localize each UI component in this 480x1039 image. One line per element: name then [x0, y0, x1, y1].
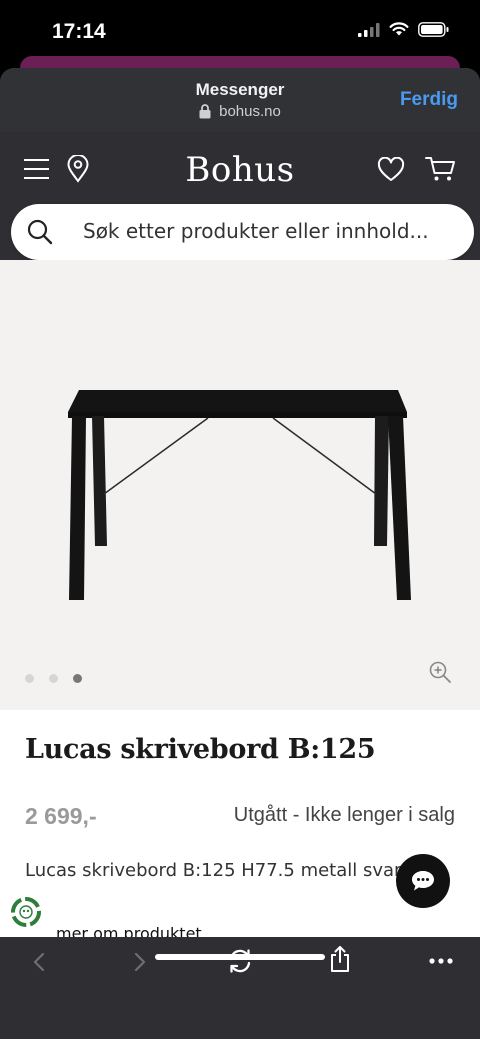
product-price: 2 699,- — [25, 803, 97, 829]
lock-icon — [199, 104, 211, 119]
search-input[interactable]: Søk etter produkter eller innhold... — [83, 219, 429, 243]
product-description: Lucas skrivebord B:125 H77.5 metall svar… — [25, 860, 409, 881]
done-button[interactable]: Ferdig — [400, 89, 458, 111]
status-time: 17:14 — [52, 20, 106, 43]
more-options-icon[interactable] — [429, 957, 453, 965]
gallery-dot[interactable] — [49, 674, 58, 683]
heart-icon[interactable] — [377, 157, 405, 183]
site-logo[interactable]: Bohus — [0, 150, 480, 190]
search-icon — [27, 219, 53, 245]
share-icon[interactable] — [329, 945, 351, 973]
product-image-gallery[interactable] — [0, 260, 480, 710]
gallery-pagination — [25, 674, 82, 683]
recycle-badge-icon — [11, 897, 41, 927]
status-bar: 17:14 — [0, 0, 480, 62]
product-image[interactable] — [0, 300, 480, 700]
search-bar[interactable]: Søk etter produkter eller innhold... — [11, 204, 474, 260]
chat-button[interactable] — [396, 854, 450, 908]
home-indicator[interactable] — [155, 954, 325, 960]
product-title: Lucas skrivebord B:125 — [25, 734, 376, 765]
battery-icon — [418, 22, 449, 37]
site-header: Bohus — [0, 132, 480, 212]
url-text: bohus.no — [219, 103, 281, 120]
wifi-icon — [389, 22, 409, 36]
chat-icon — [412, 871, 434, 891]
signal-icon — [358, 22, 380, 37]
gallery-dot[interactable] — [25, 674, 34, 683]
status-icons — [358, 22, 450, 37]
product-info: Lucas skrivebord B:125 2 699,- Utgått - … — [0, 710, 480, 943]
browser-header: Messenger bohus.no Ferdig — [0, 68, 480, 132]
back-icon[interactable] — [30, 950, 48, 974]
cart-icon[interactable] — [425, 155, 456, 183]
gallery-dot-active[interactable] — [73, 674, 82, 683]
zoom-in-icon[interactable] — [428, 660, 452, 684]
browser-sheet: Messenger bohus.no Ferdig Bohus Søk ette… — [0, 68, 480, 1039]
browser-toolbar — [0, 937, 480, 1039]
forward-icon[interactable] — [131, 950, 149, 974]
stock-status: Utgått - Ikke lenger i salg — [233, 804, 455, 826]
reload-icon[interactable] — [227, 948, 253, 974]
